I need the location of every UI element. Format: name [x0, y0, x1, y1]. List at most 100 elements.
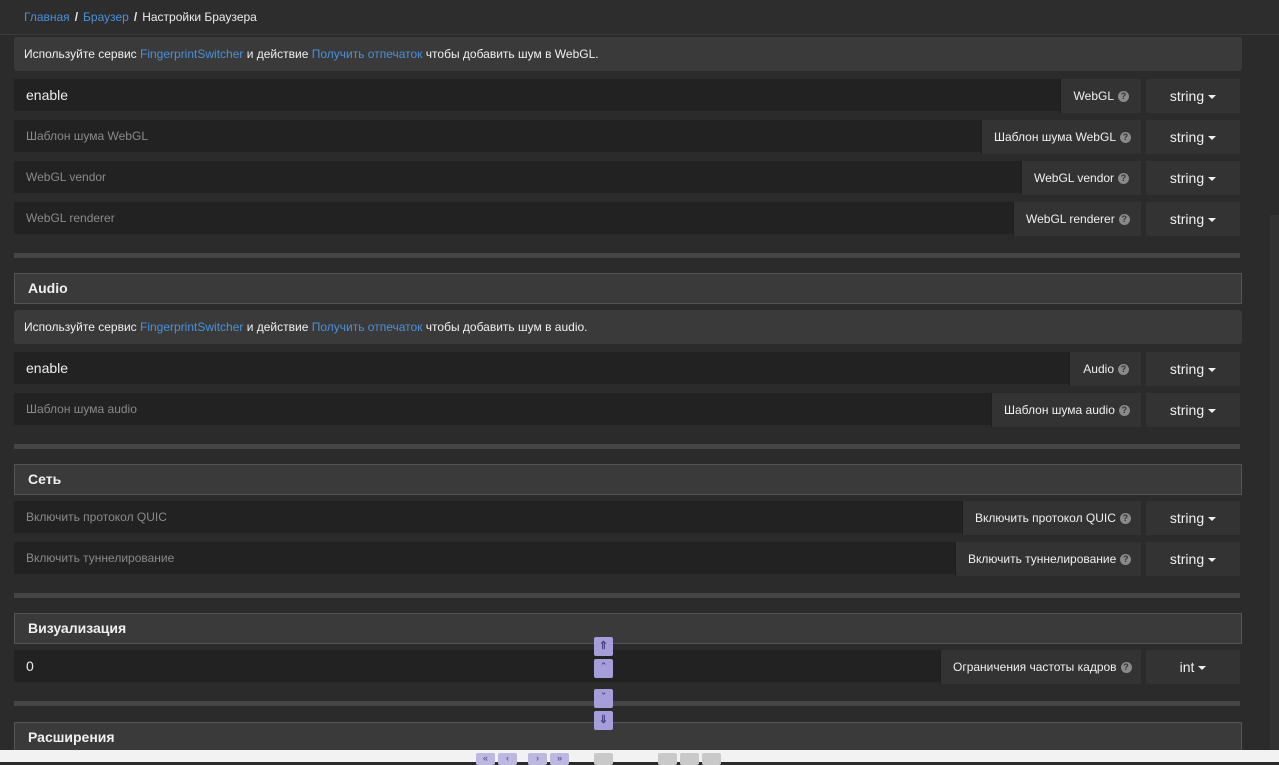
help-icon[interactable]: ?	[1120, 132, 1131, 144]
webgl-vendor-label: WebGL vendor?	[1021, 161, 1141, 195]
bottom-toolbar: « ‹ › »	[0, 750, 1279, 765]
type-text: string	[1169, 361, 1205, 377]
type-dropdown[interactable]: int	[1143, 650, 1240, 684]
chevron-down-icon[interactable]: ˇ	[594, 689, 613, 708]
webgl-label: WebGL?	[1060, 79, 1141, 113]
type-text: int	[1179, 659, 1195, 675]
type-dropdown[interactable]: string	[1143, 501, 1240, 535]
type-dropdown[interactable]: string	[1143, 393, 1240, 427]
label-text: WebGL renderer	[1026, 212, 1115, 226]
type-text: string	[1169, 170, 1205, 186]
label-text: Шаблон шума audio	[1004, 403, 1115, 417]
webgl-noise-label: Шаблон шума WebGL?	[981, 120, 1141, 154]
frame-rate-label: Ограничения частоты кадров?	[940, 650, 1141, 684]
label-text: WebGL vendor	[1034, 171, 1115, 185]
audio-input[interactable]: enable	[14, 352, 1069, 384]
breadcrumb-separator: /	[133, 10, 138, 24]
toolbar-button[interactable]	[594, 753, 613, 765]
label-text: Включить туннелирование	[968, 552, 1117, 566]
chevron-up-icon[interactable]: ˆ	[594, 659, 613, 678]
frame-rate-input[interactable]: 0	[14, 650, 940, 682]
section-network-header: Сеть	[14, 464, 1242, 495]
label-text: Audio	[1083, 362, 1114, 376]
help-icon[interactable]: ?	[1118, 173, 1130, 185]
caret-down-icon	[1208, 517, 1217, 522]
audio-notice: Используйте сервис FingerprintSwitcher и…	[14, 310, 1242, 344]
last-page-button[interactable]: »	[550, 753, 569, 765]
notice-text: и действие	[246, 320, 309, 334]
breadcrumb: Главная / Браузер / Настройки Браузера	[24, 10, 257, 24]
setting-row-audio: enable Audio? string	[14, 352, 1242, 386]
fingerprintswitcher-link[interactable]: FingerprintSwitcher	[140, 47, 243, 61]
webgl-vendor-input[interactable]: WebGL vendor	[14, 161, 1021, 193]
help-icon[interactable]: ?	[1120, 662, 1132, 674]
breadcrumb-home-link[interactable]: Главная	[24, 10, 70, 24]
next-page-button[interactable]: ›	[528, 753, 547, 765]
type-dropdown[interactable]: string	[1143, 352, 1240, 386]
vertical-scrollbar[interactable]	[1270, 215, 1279, 755]
audio-noise-input[interactable]: Шаблон шума audio	[14, 393, 991, 425]
top-bar: Главная / Браузер / Настройки Браузера	[0, 0, 1279, 35]
double-chevron-down-icon[interactable]: ⇓	[594, 711, 613, 730]
audio-noise-label: Шаблон шума audio?	[991, 393, 1141, 427]
section-divider	[14, 701, 1240, 706]
audio-label: Audio?	[1069, 352, 1141, 386]
caret-down-icon	[1208, 136, 1217, 141]
breadcrumb-browser-link[interactable]: Браузер	[83, 10, 129, 24]
toolbar-button[interactable]	[658, 753, 677, 765]
tunneling-input[interactable]: Включить туннелирование	[14, 542, 955, 574]
setting-row-quic: Включить протокол QUIC Включить протокол…	[14, 501, 1242, 535]
label-text: Шаблон шума WebGL	[994, 130, 1116, 144]
caret-down-icon	[1208, 368, 1217, 373]
type-text: string	[1169, 129, 1205, 145]
type-dropdown[interactable]: string	[1143, 79, 1240, 113]
label-text: Включить протокол QUIC	[975, 511, 1116, 525]
toolbar-button[interactable]	[680, 753, 699, 765]
caret-down-icon	[1208, 409, 1217, 414]
help-icon[interactable]: ?	[1118, 364, 1129, 376]
setting-row-webgl: enable WebGL? string	[14, 79, 1242, 113]
setting-row-webgl-noise: Шаблон шума WebGL Шаблон шума WebGL? str…	[14, 120, 1242, 154]
caret-down-icon	[1208, 218, 1217, 223]
type-text: string	[1169, 211, 1205, 227]
get-fingerprint-link[interactable]: Получить отпечаток	[312, 320, 423, 334]
notice-text: Используйте сервис	[24, 320, 137, 334]
section-divider	[14, 593, 1240, 598]
section-audio-header: Audio	[14, 273, 1242, 304]
type-text: string	[1169, 510, 1205, 526]
help-icon[interactable]: ?	[1120, 554, 1132, 566]
caret-down-icon	[1208, 95, 1217, 100]
type-dropdown[interactable]: string	[1143, 161, 1240, 195]
setting-row-tunneling: Включить туннелирование Включить туннели…	[14, 542, 1242, 576]
help-icon[interactable]: ?	[1118, 214, 1130, 226]
quic-input[interactable]: Включить протокол QUIC	[14, 501, 962, 533]
prev-page-button[interactable]: ‹	[498, 753, 517, 765]
toolbar-button[interactable]	[702, 753, 721, 765]
section-extensions-header: Расширения	[14, 722, 1242, 753]
type-dropdown[interactable]: string	[1143, 202, 1240, 236]
tunneling-label: Включить туннелирование?	[955, 542, 1141, 576]
notice-text: Используйте сервис	[24, 47, 137, 61]
notice-text: и действие	[246, 47, 309, 61]
setting-row-webgl-vendor: WebGL vendor WebGL vendor? string	[14, 161, 1242, 195]
help-icon[interactable]: ?	[1118, 91, 1129, 103]
webgl-renderer-label: WebGL renderer?	[1013, 202, 1141, 236]
type-dropdown[interactable]: string	[1143, 120, 1240, 154]
webgl-renderer-input[interactable]: WebGL renderer	[14, 202, 1013, 234]
first-page-button[interactable]: «	[476, 753, 495, 765]
breadcrumb-current: Настройки Браузера	[142, 10, 257, 24]
help-icon[interactable]: ?	[1118, 405, 1130, 417]
type-text: string	[1169, 88, 1205, 104]
caret-down-icon	[1198, 666, 1207, 671]
webgl-input[interactable]: enable	[14, 79, 1060, 111]
label-text: WebGL	[1073, 89, 1114, 103]
help-icon[interactable]: ?	[1119, 513, 1131, 525]
type-text: string	[1169, 402, 1205, 418]
get-fingerprint-link[interactable]: Получить отпечаток	[312, 47, 423, 61]
fingerprintswitcher-link[interactable]: FingerprintSwitcher	[140, 320, 243, 334]
double-chevron-up-icon[interactable]: ⇑	[594, 637, 613, 656]
section-visualization-header: Визуализация	[14, 613, 1242, 644]
caret-down-icon	[1208, 177, 1217, 182]
type-dropdown[interactable]: string	[1143, 542, 1240, 576]
webgl-noise-input[interactable]: Шаблон шума WebGL	[14, 120, 981, 152]
